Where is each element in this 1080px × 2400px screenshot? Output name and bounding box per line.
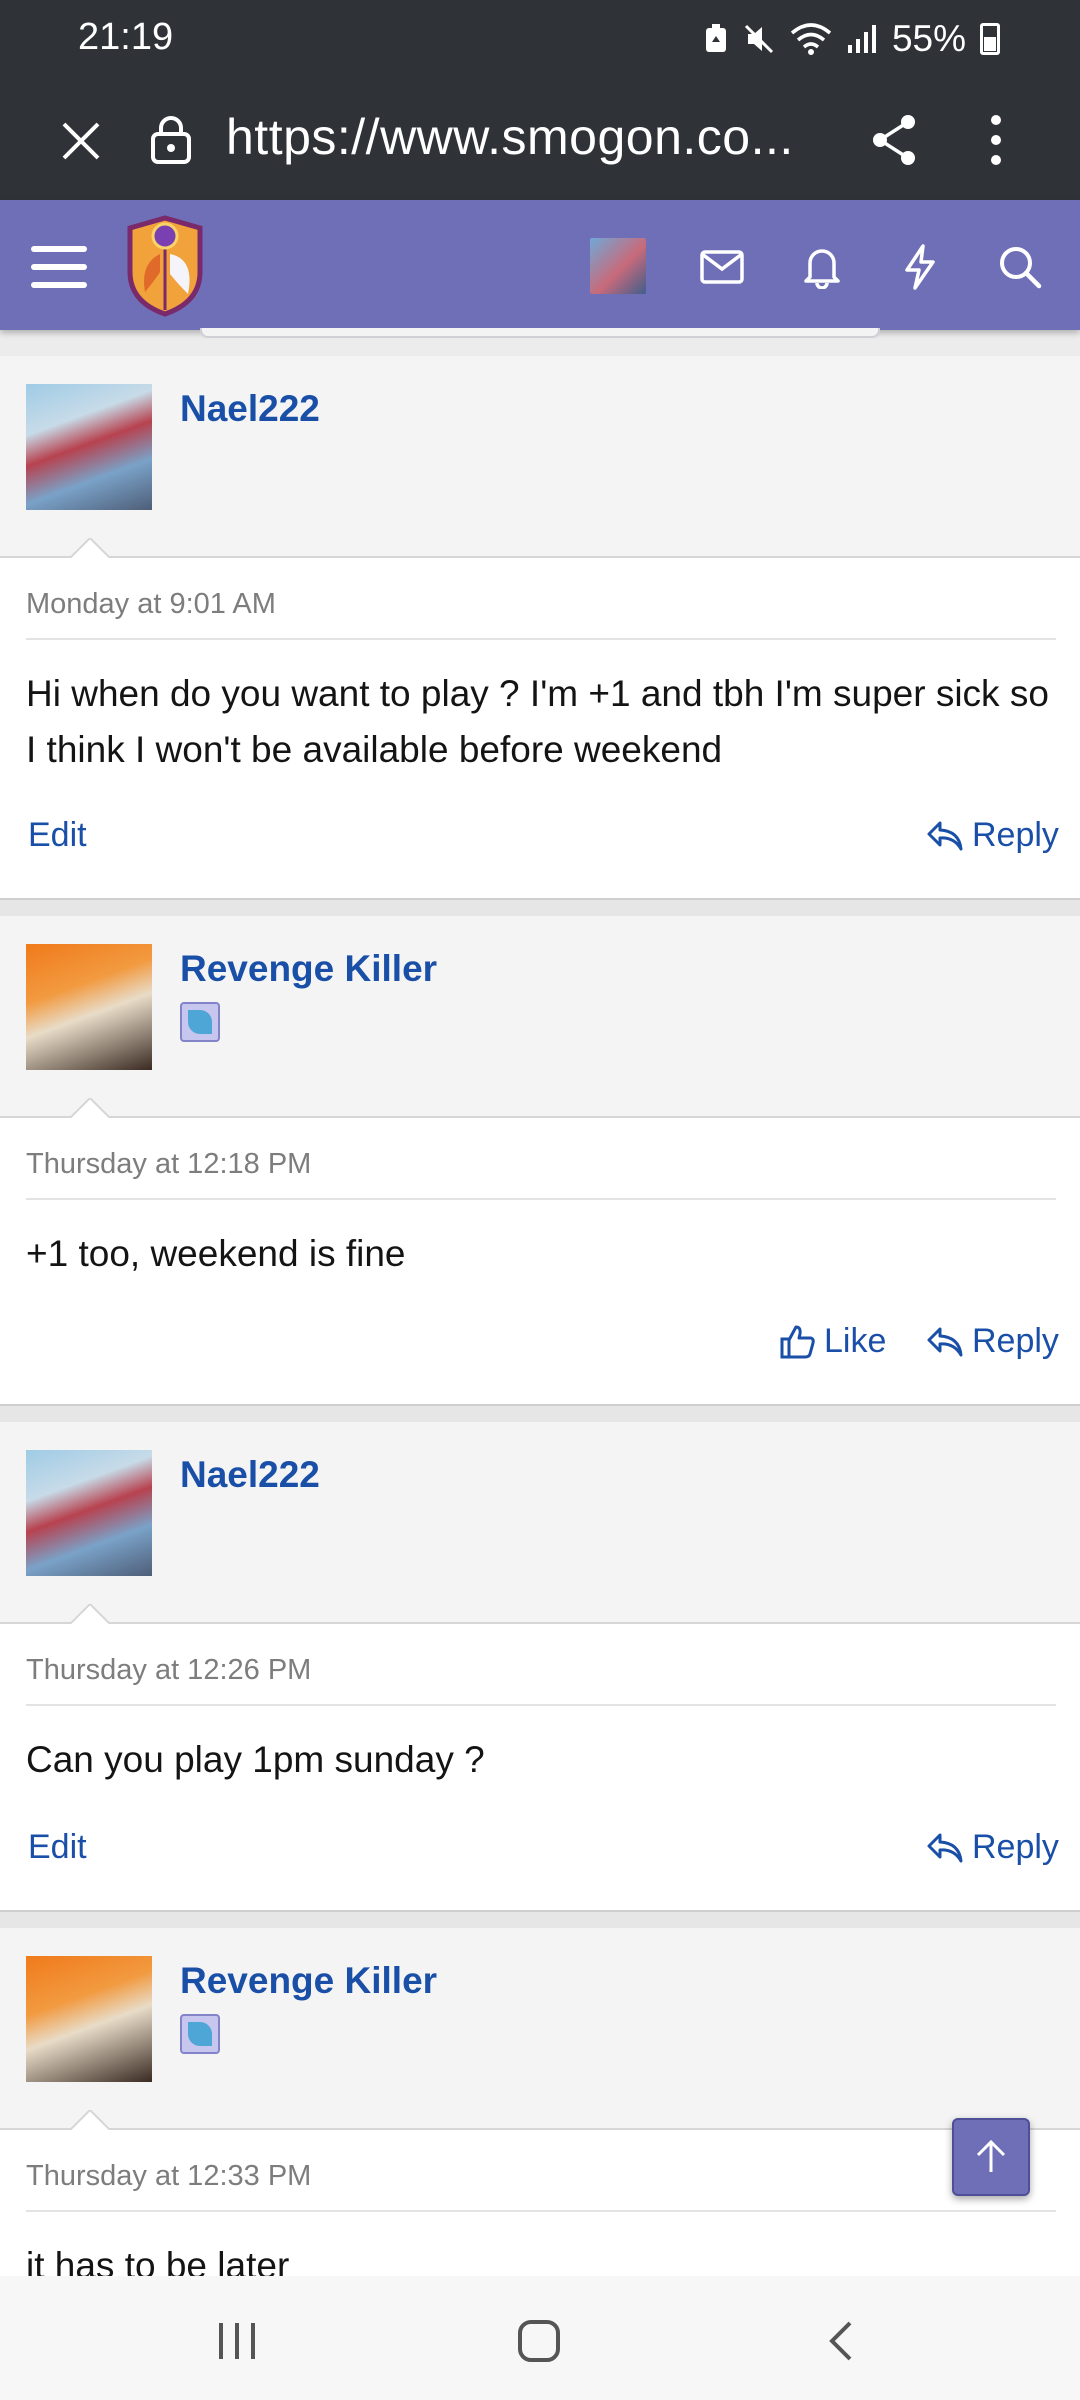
message-header: Revenge Killer xyxy=(0,916,1080,1118)
post-date[interactable]: Monday at 9:01 AM xyxy=(26,588,276,621)
arrow-up-icon xyxy=(976,2139,1006,2172)
edit-label: Edit xyxy=(28,1828,87,1866)
caret-icon xyxy=(70,1098,110,1118)
site-header xyxy=(0,200,1080,330)
avatar[interactable] xyxy=(26,1956,152,2082)
back-icon[interactable] xyxy=(806,2306,876,2376)
battery-saver-icon xyxy=(705,24,726,52)
hamburger-icon[interactable] xyxy=(26,234,92,300)
mail-icon[interactable] xyxy=(689,234,755,300)
message-header: Revenge Killer xyxy=(0,1928,1080,2130)
post-author[interactable]: Revenge Killer xyxy=(180,948,437,990)
user-avatar[interactable] xyxy=(590,238,646,294)
caret-icon xyxy=(70,538,110,558)
android-nav-bar xyxy=(0,2276,1080,2400)
divider xyxy=(26,1704,1056,1706)
reply-button[interactable]: Reply xyxy=(926,816,1059,855)
user-badge-icon xyxy=(180,1002,220,1042)
smogon-logo[interactable] xyxy=(120,214,210,318)
message-body: Monday at 9:01 AM Hi when do you want to… xyxy=(0,558,1080,898)
post-message: it has to be later xyxy=(26,2245,290,2276)
lightning-icon[interactable] xyxy=(887,234,953,300)
message-body: Thursday at 12:18 PM +1 too, weekend is … xyxy=(0,1118,1080,1404)
home-icon[interactable] xyxy=(504,2306,574,2376)
status-time: 21:19 xyxy=(78,16,174,58)
mute-icon xyxy=(744,24,773,54)
post-separator xyxy=(0,1404,1080,1422)
browser-toolbar: https://www.smogon.co... xyxy=(0,80,1080,200)
reply-label: Reply xyxy=(972,1322,1059,1360)
close-icon[interactable] xyxy=(56,116,106,166)
like-button[interactable]: Like xyxy=(780,1322,886,1361)
lock-icon[interactable] xyxy=(148,114,194,164)
post-message: +1 too, weekend is fine xyxy=(26,1233,406,1274)
post-separator xyxy=(0,1910,1080,1928)
reply-label: Reply xyxy=(972,1828,1059,1866)
message-header: Nael222 xyxy=(0,356,1080,558)
reply-button[interactable]: Reply xyxy=(926,1828,1059,1867)
battery-percentage: 55% xyxy=(891,18,966,59)
divider xyxy=(26,2210,1056,2212)
search-icon[interactable] xyxy=(987,234,1053,300)
post-date[interactable]: Thursday at 12:18 PM xyxy=(26,1148,311,1181)
signal-icon xyxy=(847,25,876,53)
url-field[interactable]: https://www.smogon.co... xyxy=(226,108,794,166)
post-date[interactable]: Thursday at 12:26 PM xyxy=(26,1654,311,1687)
post-separator xyxy=(0,898,1080,916)
wifi-icon xyxy=(790,23,832,55)
message-body: Thursday at 12:33 PM it has to be later xyxy=(0,2130,1080,2276)
reply-button[interactable]: Reply xyxy=(926,1322,1059,1361)
more-vert-icon[interactable] xyxy=(976,112,1016,168)
status-bar: 21:19 55% xyxy=(0,0,1080,80)
caret-icon xyxy=(70,2110,110,2130)
post-author[interactable]: Nael222 xyxy=(180,1454,320,1496)
avatar[interactable] xyxy=(26,944,152,1070)
divider xyxy=(26,1198,1056,1200)
post-date[interactable]: Thursday at 12:33 PM xyxy=(26,2160,311,2193)
post-author[interactable]: Nael222 xyxy=(180,388,320,430)
reply-icon xyxy=(927,1327,963,1356)
message-body: Thursday at 12:26 PM Can you play 1pm su… xyxy=(0,1624,1080,1910)
post-message: Hi when do you want to play ? I'm +1 and… xyxy=(26,673,1049,770)
user-badge-icon xyxy=(180,2014,220,2054)
battery-icon xyxy=(980,23,1000,55)
post-author[interactable]: Revenge Killer xyxy=(180,1960,437,2002)
message-header: Nael222 xyxy=(0,1422,1080,1624)
edit-button[interactable]: Edit xyxy=(28,1828,87,1867)
tab-strip-edge xyxy=(200,328,880,338)
thumbs-up-icon xyxy=(780,1325,815,1358)
caret-icon xyxy=(70,1604,110,1624)
edit-button[interactable]: Edit xyxy=(28,816,87,855)
status-icons: 55% xyxy=(704,18,1000,60)
recents-icon[interactable] xyxy=(202,2306,272,2376)
edit-label: Edit xyxy=(28,816,87,854)
post-message: Can you play 1pm sunday ? xyxy=(26,1739,485,1780)
share-icon[interactable] xyxy=(866,112,922,168)
scroll-top-button[interactable] xyxy=(952,2118,1030,2196)
avatar[interactable] xyxy=(26,1450,152,1576)
reply-label: Reply xyxy=(972,816,1059,854)
reply-icon xyxy=(927,821,963,850)
reply-icon xyxy=(927,1833,963,1862)
divider xyxy=(26,638,1056,640)
like-label: Like xyxy=(824,1322,887,1360)
bell-icon[interactable] xyxy=(789,234,855,300)
avatar[interactable] xyxy=(26,384,152,510)
